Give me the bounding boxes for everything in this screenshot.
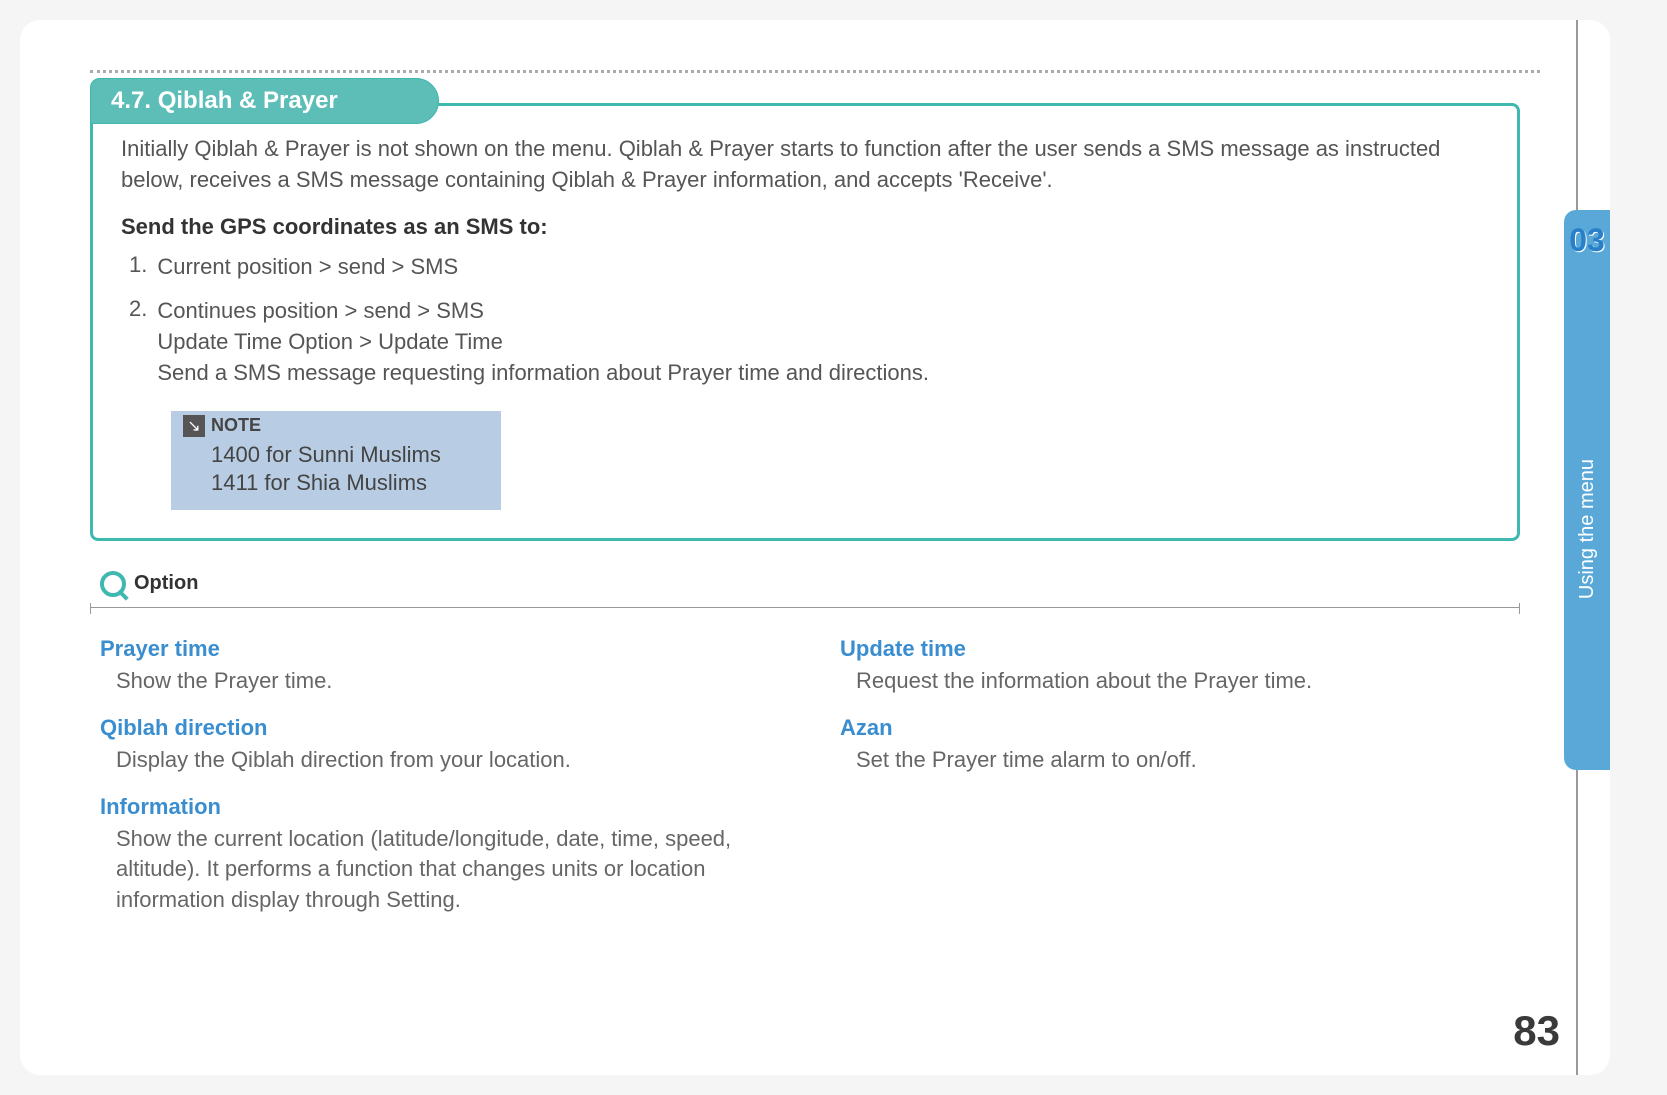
option-item: Update time Request the information abou…: [840, 636, 1520, 697]
option-title: Update time: [840, 636, 1520, 662]
note-box: ↘ NOTE 1400 for Sunni Muslims 1411 for S…: [171, 411, 501, 510]
chapter-tab: 03 Using the menu: [1564, 210, 1610, 770]
option-title: Azan: [840, 715, 1520, 741]
note-line: 1411 for Shia Muslims: [211, 469, 441, 498]
chapter-number: 03: [1569, 222, 1605, 259]
option-title: Information: [100, 794, 780, 820]
step-item: 1. Current position > send > SMS: [129, 252, 1489, 283]
note-body: 1400 for Sunni Muslims 1411 for Shia Mus…: [183, 441, 441, 498]
note-line: 1400 for Sunni Muslims: [211, 441, 441, 470]
option-section: Option Prayer time Show the Prayer time.…: [90, 571, 1520, 934]
step-number: 1.: [129, 252, 147, 283]
sms-heading: Send the GPS coordinates as an SMS to:: [121, 214, 1489, 240]
page-number: 83: [1513, 1007, 1560, 1055]
option-title: Prayer time: [100, 636, 780, 662]
section-title-tab: 4.7. Qiblah & Prayer: [90, 78, 439, 124]
option-desc: Request the information about the Prayer…: [840, 666, 1480, 697]
arrow-down-right-icon: ↘: [183, 415, 205, 437]
option-desc: Show the current location (latitude/long…: [100, 824, 740, 916]
options-column-right: Update time Request the information abou…: [840, 636, 1520, 934]
dotted-divider: [90, 70, 1540, 73]
section-box: 4.7. Qiblah & Prayer Initially Qiblah & …: [90, 103, 1520, 541]
steps-list: 1. Current position > send > SMS 2. Cont…: [129, 252, 1489, 389]
option-desc: Display the Qiblah direction from your l…: [100, 745, 740, 776]
option-title: Qiblah direction: [100, 715, 780, 741]
step-number: 2.: [129, 296, 147, 388]
option-item: Azan Set the Prayer time alarm to on/off…: [840, 715, 1520, 776]
option-item: Prayer time Show the Prayer time.: [100, 636, 780, 697]
magnifier-icon: [100, 571, 126, 597]
step-item: 2. Continues position > send > SMS Updat…: [129, 296, 1489, 388]
option-item: Qiblah direction Display the Qiblah dire…: [100, 715, 780, 776]
option-rule: [90, 607, 1520, 608]
option-desc: Show the Prayer time.: [100, 666, 740, 697]
manual-page: 03 Using the menu 4.7. Qiblah & Prayer I…: [20, 20, 1610, 1075]
option-desc: Set the Prayer time alarm to on/off.: [840, 745, 1480, 776]
note-header: ↘ NOTE: [183, 415, 441, 437]
option-item: Information Show the current location (l…: [100, 794, 780, 916]
options-column-left: Prayer time Show the Prayer time. Qiblah…: [100, 636, 780, 934]
intro-paragraph: Initially Qiblah & Prayer is not shown o…: [121, 134, 1489, 196]
option-heading: Option: [134, 572, 198, 595]
step-text: Current position > send > SMS: [157, 252, 458, 283]
chapter-label: Using the menu: [1576, 459, 1599, 599]
note-label: NOTE: [211, 415, 261, 436]
option-header: Option: [100, 571, 1520, 597]
options-grid: Prayer time Show the Prayer time. Qiblah…: [90, 636, 1520, 934]
step-text: Continues position > send > SMS Update T…: [157, 296, 929, 388]
